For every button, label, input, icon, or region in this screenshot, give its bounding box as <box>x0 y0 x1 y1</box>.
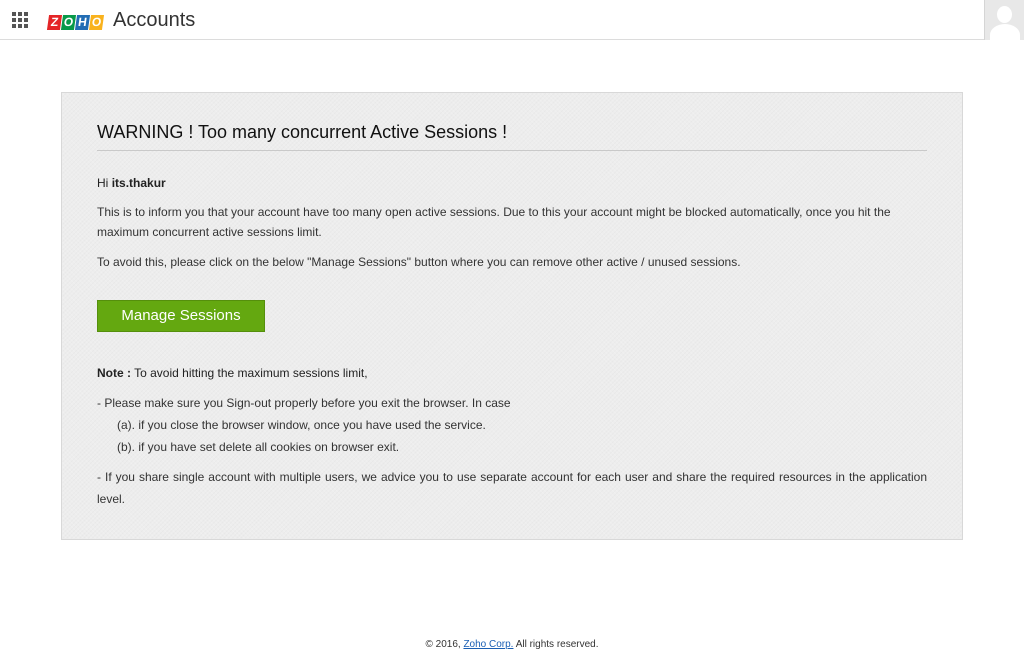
logo-letter: O <box>88 15 105 30</box>
note-text: To avoid hitting the maximum sessions li… <box>134 366 368 380</box>
zoho-logo[interactable]: Z O H O <box>46 10 105 30</box>
logo-letter: Z <box>46 15 63 30</box>
logo-letter: O <box>60 15 77 30</box>
logo-letter: H <box>74 15 91 30</box>
signout-rule: - Please make sure you Sign-out properly… <box>97 396 511 410</box>
copyright-suffix: All rights reserved. <box>515 639 599 650</box>
warning-panel: WARNING ! Too many concurrent Active Ses… <box>61 92 963 540</box>
username: its.thakur <box>111 176 166 190</box>
apps-grid-icon[interactable] <box>12 12 28 28</box>
top-header: Z O H O Accounts <box>0 0 1024 40</box>
note: Note : To avoid hitting the maximum sess… <box>97 365 368 381</box>
footer: © 2016, Zoho Corp. All rights reserved. <box>0 638 1024 652</box>
app-name: Accounts <box>113 9 196 31</box>
copyright-prefix: © 2016, <box>425 639 461 650</box>
warning-title: WARNING ! Too many concurrent Active Ses… <box>97 122 508 142</box>
greeting-prefix: Hi <box>97 176 109 190</box>
manage-sessions-button[interactable]: Manage Sessions <box>97 300 265 332</box>
zoho-corp-link[interactable]: Zoho Corp. <box>463 639 513 650</box>
greeting: Hi its.thakur <box>97 175 166 191</box>
title-divider <box>97 150 927 151</box>
note-label: Note : <box>97 366 131 380</box>
shared-account-rule: - If you share single account with multi… <box>97 470 927 506</box>
info-paragraph: This is to inform you that your account … <box>97 205 891 239</box>
user-avatar-icon[interactable] <box>984 0 1024 40</box>
avatar-shoulders <box>990 24 1020 40</box>
avatar-head <box>997 6 1012 23</box>
instruction-paragraph: To avoid this, please click on the below… <box>97 255 741 269</box>
signout-case-a: (a). if you close the browser window, on… <box>117 418 486 432</box>
signout-case-b: (b). if you have set delete all cookies … <box>117 440 400 454</box>
